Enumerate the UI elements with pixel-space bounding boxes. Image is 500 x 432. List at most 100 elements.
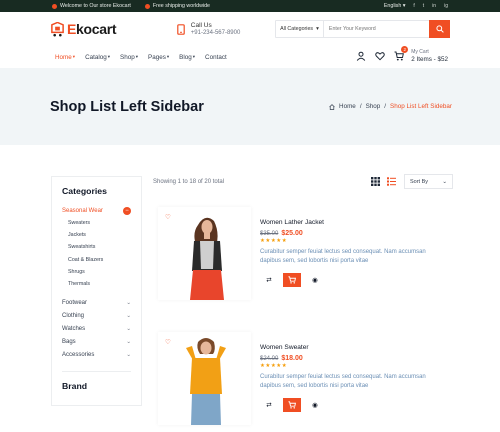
collapse-icon[interactable]: − (123, 206, 131, 215)
facebook-icon[interactable]: f (413, 3, 414, 9)
subcategory-coat-blazers[interactable]: Coat & Blazers (68, 254, 131, 266)
category-watches[interactable]: Watches ⌄ (62, 322, 131, 335)
category-accessories[interactable]: Accessories ⌄ (62, 348, 131, 361)
sale-price: $18.00 (281, 355, 303, 362)
nav-contact[interactable]: Contact (205, 54, 227, 61)
twitter-icon[interactable]: t (423, 3, 424, 9)
category-bags[interactable]: Bags ⌄ (62, 335, 131, 348)
compare-icon: ⇄ (266, 402, 272, 409)
eye-icon: ◉ (312, 402, 318, 409)
header: Ekocart Call Us +91-234-567-8900 All Cat… (0, 12, 500, 46)
category-select-label: All Categories (280, 26, 314, 32)
category-label: Bags (62, 338, 76, 345)
instagram-icon[interactable]: ig (444, 3, 448, 9)
nav-shop[interactable]: Shop ▾ (120, 54, 138, 61)
compare-button[interactable]: ⇄ (260, 273, 278, 287)
cart-icon (288, 276, 296, 284)
cart-summary: 2 Items - $52 (411, 56, 448, 63)
page-hero: Shop List Left Sidebar Home / Shop / Sho… (0, 68, 500, 145)
product-card: ♡ Women Lather Jacket $35.00 $25.00 ★★★★… (155, 207, 455, 307)
grid-view-icon[interactable] (371, 177, 380, 186)
main-nav: Home ▾ Catalog ▾ Shop ▾ Pages ▾ Blog ▾ Contac… (0, 46, 500, 68)
chevron-down-icon: ⌄ (126, 325, 131, 332)
top-bar: Welcome to Our store Ekocart Free shippi… (0, 0, 500, 12)
subcategory-sweatshirts[interactable]: Sweatshirts (68, 241, 131, 253)
welcome-text: Welcome to Our store Ekocart (60, 3, 131, 9)
compare-button[interactable]: ⇄ (260, 398, 278, 412)
category-label: Accessories (62, 351, 95, 358)
chevron-down-icon: ▾ (107, 54, 111, 59)
compare-icon: ⇄ (266, 277, 272, 284)
product-price: $35.00 $25.00 (260, 230, 303, 237)
star-rating: ★★★★★ (260, 363, 288, 369)
product-image[interactable]: ♡ (158, 332, 251, 425)
logo[interactable]: Ekocart (50, 21, 135, 37)
wishlist-icon[interactable]: ♡ (165, 338, 171, 346)
breadcrumb-shop[interactable]: Shop (366, 103, 381, 110)
page-title: Shop List Left Sidebar (50, 98, 204, 115)
category-select[interactable]: All Categories ▾ (276, 21, 324, 37)
search-input[interactable] (323, 26, 429, 32)
sort-select[interactable]: Sort By ⌄ (404, 174, 453, 189)
cart-count-badge: 2 (401, 46, 409, 53)
quick-view-button[interactable]: ◉ (306, 398, 324, 412)
language-select[interactable]: English ▾ (384, 3, 406, 9)
truck-icon (144, 3, 150, 9)
subcategory-thermals[interactable]: Thermals (68, 278, 131, 290)
product-name[interactable]: Women Lather Jacket (260, 219, 324, 226)
list-view-icon[interactable] (387, 177, 396, 186)
listing-toolbar: Showing 1 to 18 of 20 total Sort By ⌄ (153, 174, 453, 190)
category-footwear[interactable]: Footwear ⌄ (62, 296, 131, 309)
nav-blog-label: Blog (179, 53, 192, 61)
cart-label: My Cart (411, 49, 429, 55)
subcategory-jackets[interactable]: Jackets (68, 229, 131, 241)
nav-catalog-label: Catalog (85, 53, 107, 61)
model-photo (186, 338, 226, 425)
chevron-down-icon: ▾ (135, 54, 139, 59)
star-rating: ★★★★★ (260, 238, 288, 244)
nav-catalog[interactable]: Catalog ▾ (85, 54, 110, 61)
category-clothing[interactable]: Clothing ⌄ (62, 309, 131, 322)
eye-icon: ◉ (312, 277, 318, 284)
mini-cart[interactable]: 2 My Cart 2 Items - $52 (394, 46, 448, 63)
subcategory-sweaters[interactable]: Sweaters (68, 217, 131, 229)
call-label: Call Us (190, 22, 212, 29)
add-to-cart-button[interactable] (283, 273, 301, 287)
chevron-down-icon: ▾ (72, 54, 76, 59)
product-image[interactable]: ♡ (158, 207, 251, 300)
linkedin-icon[interactable]: in (432, 3, 436, 9)
nav-blog[interactable]: Blog ▾ (179, 54, 195, 61)
breadcrumb-home[interactable]: Home (339, 103, 356, 110)
wishlist-icon[interactable]: ♡ (165, 213, 171, 221)
call-us[interactable]: Call Us +91-234-567-8900 (176, 22, 275, 36)
nav-home[interactable]: Home ▾ (55, 54, 75, 61)
category-label: Clothing (62, 312, 85, 319)
nav-pages-label: Pages (148, 53, 166, 61)
product-card: ♡ Women Sweater $24.00 $18.00 ★★★★★ Cura… (155, 332, 455, 432)
search-button[interactable] (429, 20, 450, 38)
nav-pages[interactable]: Pages ▾ (148, 54, 169, 61)
cart-icon (288, 401, 296, 409)
phone-icon (176, 23, 185, 35)
chevron-down-icon: ▾ (192, 54, 196, 59)
nav-shop-label: Shop (120, 53, 135, 61)
welcome-note: Welcome to Our store Ekocart (52, 3, 131, 9)
subcategory-shrugs[interactable]: Shrugs (68, 266, 131, 278)
category-seasonal-wear[interactable]: Seasonal Wear − (62, 204, 131, 217)
result-count: Showing 1 to 18 of 20 total (153, 179, 225, 185)
logo-letter: E (67, 21, 77, 37)
old-price: $35.00 (260, 231, 279, 237)
heart-icon[interactable] (375, 51, 385, 61)
quick-view-button[interactable]: ◉ (306, 273, 324, 287)
category-label: Watches (62, 325, 86, 332)
store-icon (52, 3, 57, 9)
phone-number: +91-234-567-8900 (190, 30, 241, 36)
nav-contact-label: Contact (205, 53, 227, 61)
product-description: Curabitur semper feuiat lectus sed conse… (260, 249, 426, 264)
user-icon[interactable] (356, 51, 366, 61)
add-to-cart-button[interactable] (283, 398, 301, 412)
home-icon (329, 103, 335, 110)
breadcrumb-separator: / (359, 103, 362, 110)
brand-title: Brand (62, 371, 131, 391)
product-name[interactable]: Women Sweater (260, 344, 309, 351)
